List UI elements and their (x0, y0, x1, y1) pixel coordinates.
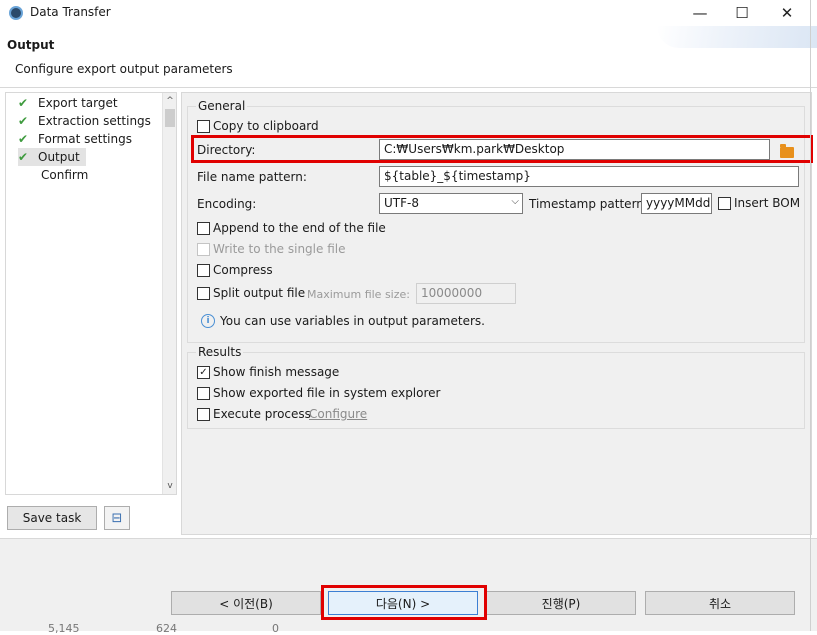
nav-item-extraction-settings[interactable]: ✔ Extraction settings (18, 112, 151, 130)
insert-bom-checkbox[interactable] (718, 197, 731, 210)
info-text: You can use variables in output paramete… (220, 314, 485, 328)
nav-item-label: Extraction settings (38, 114, 151, 128)
chevron-down-icon: ⌵ (511, 196, 519, 207)
scroll-thumb[interactable] (165, 109, 175, 127)
info-icon: i (201, 314, 215, 328)
show-exported-file-checkbox[interactable] (197, 387, 210, 400)
encoding-label: Encoding: (197, 197, 257, 211)
nav-item-export-target[interactable]: ✔ Export target (18, 94, 118, 112)
file-name-pattern-label: File name pattern: (197, 170, 307, 184)
timestamp-pattern-label: Timestamp pattern: (529, 197, 648, 211)
scroll-up-icon[interactable]: ^ (163, 94, 177, 108)
show-finish-message-label: Show finish message (213, 365, 340, 379)
window-edge (810, 0, 811, 631)
header-decoration (657, 26, 817, 48)
check-icon: ✔ (18, 150, 29, 164)
check-icon: ✔ (18, 132, 29, 146)
append-label: Append to the end of the file (213, 221, 386, 235)
general-group-label: General (196, 99, 248, 113)
execute-process-checkbox[interactable] (197, 408, 210, 421)
single-file-label: Write to the single file (213, 242, 346, 256)
show-exported-file-label: Show exported file in system explorer (213, 386, 441, 400)
execute-process-label: Execute process (213, 407, 311, 421)
next-button-highlight (321, 585, 487, 620)
close-button[interactable]: ✕ (764, 0, 810, 26)
save-task-button[interactable]: Save task (7, 506, 97, 530)
page-title: Output (7, 38, 55, 52)
copy-to-clipboard-checkbox[interactable] (197, 120, 210, 133)
cancel-button[interactable]: 취소 (645, 591, 795, 615)
steps-scrollbar[interactable]: ^ v (162, 93, 176, 494)
save-task-icon[interactable]: ⊟ (104, 506, 130, 530)
split-output-checkbox[interactable] (197, 287, 210, 300)
check-icon: ✔ (18, 96, 29, 110)
maximize-button[interactable]: ☐ (719, 0, 765, 26)
background-text: 0 (272, 622, 279, 635)
back-button[interactable]: < 이전(B) (171, 591, 321, 615)
append-checkbox[interactable] (197, 222, 210, 235)
window-title: Data Transfer (30, 5, 111, 19)
nav-item-format-settings[interactable]: ✔ Format settings (18, 130, 132, 148)
scroll-down-icon[interactable]: v (163, 479, 177, 493)
encoding-value: UTF-8 (384, 196, 419, 210)
insert-bom-label: Insert BOM (734, 196, 801, 210)
check-icon: ✔ (18, 114, 29, 128)
wizard-header: Output Configure export output parameter… (0, 26, 817, 88)
nav-item-label: Output (38, 150, 80, 164)
split-output-label: Split output file (213, 286, 306, 300)
nav-item-label: Export target (38, 96, 118, 110)
title-bar: Data Transfer — ☐ ✕ (0, 0, 817, 26)
page-description: Configure export output parameters (15, 62, 233, 76)
configure-link[interactable]: Configure (309, 407, 367, 421)
nav-item-label: Format settings (38, 132, 132, 146)
app-icon (9, 6, 23, 20)
minimize-button[interactable]: — (677, 0, 723, 26)
nav-item-label: Confirm (41, 168, 89, 182)
timestamp-pattern-input[interactable]: yyyyMMddHHmm (641, 193, 712, 214)
background-text: 5,145 (48, 622, 80, 635)
compress-label: Compress (213, 263, 273, 277)
proceed-button[interactable]: 진행(P) (486, 591, 636, 615)
button-bar-separator (0, 538, 817, 539)
copy-to-clipboard-label: Copy to clipboard (213, 119, 319, 133)
wizard-steps-panel: ✔ Export target ✔ Extraction settings ✔ … (5, 92, 177, 495)
max-file-size-input[interactable]: 10000000 (416, 283, 516, 304)
results-group-label: Results (196, 345, 244, 359)
max-file-size-label: Maximum file size: (307, 288, 410, 301)
encoding-select[interactable]: UTF-8 ⌵ (379, 193, 523, 214)
file-name-pattern-input[interactable]: ${table}_${timestamp} (379, 166, 799, 187)
show-finish-message-checkbox[interactable]: ✓ (197, 366, 210, 379)
nav-item-confirm[interactable]: Confirm (41, 166, 88, 184)
directory-highlight (191, 135, 813, 163)
compress-checkbox[interactable] (197, 264, 210, 277)
background-text: 624 (156, 622, 177, 635)
single-file-checkbox[interactable] (197, 243, 210, 256)
nav-item-output[interactable]: ✔ Output (18, 148, 86, 166)
